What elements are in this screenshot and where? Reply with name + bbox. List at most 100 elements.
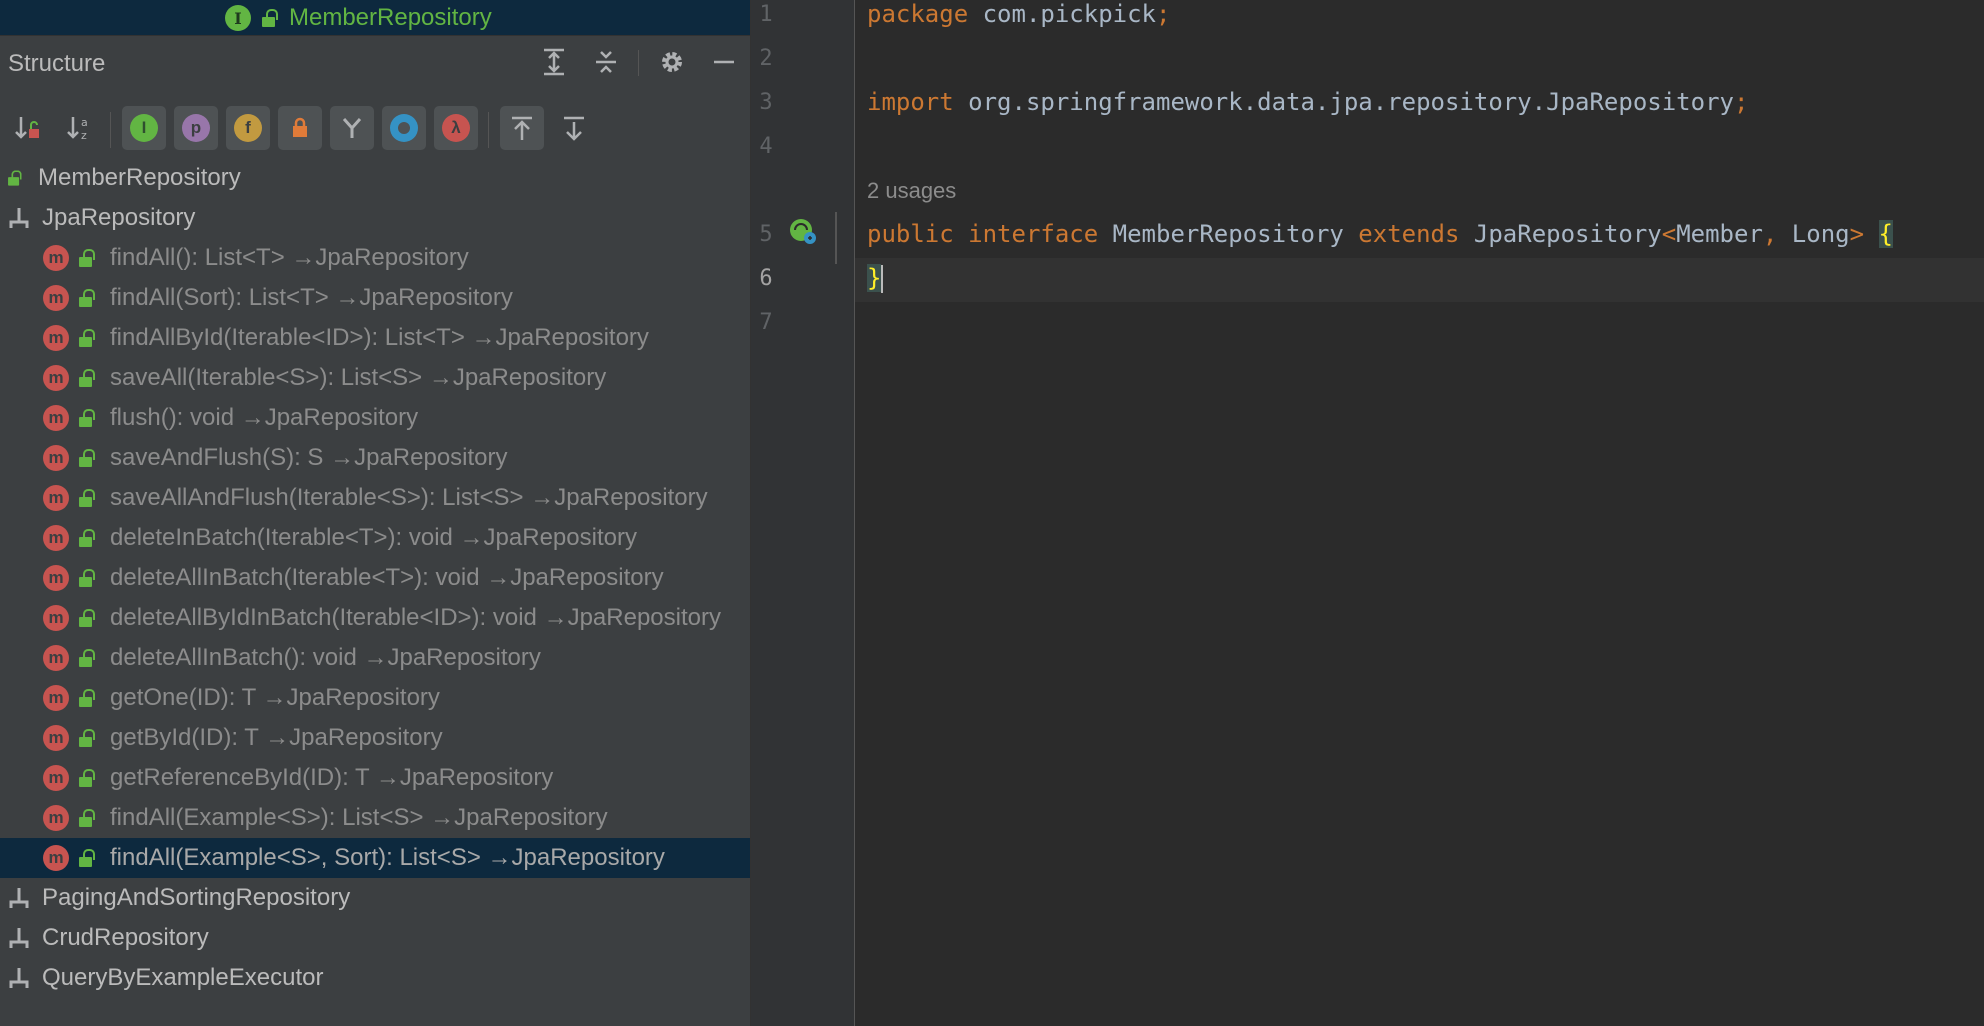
method-icon: m <box>43 565 69 591</box>
show-non-public-button[interactable] <box>278 106 322 150</box>
tree-member-row[interactable]: m getById(ID): T →JpaRepository <box>0 718 750 758</box>
navigation-bar: I MemberRepository <box>0 0 750 36</box>
tree-member-row[interactable]: m saveAllAndFlush(Iterable<S>): List<S> →… <box>0 478 750 518</box>
gear-icon[interactable] <box>656 46 688 78</box>
tree-node-crud-repository[interactable]: CrudRepository <box>0 918 750 958</box>
tree-member-row[interactable]: m saveAndFlush(S): S →JpaRepository <box>0 438 750 478</box>
member-label: saveAllAndFlush(Iterable<S>): List<S> →J… <box>110 484 708 511</box>
tree-node-query-by-example-executor[interactable]: QueryByExampleExecutor <box>0 958 750 998</box>
tree-member-row[interactable]: m deleteAllInBatch(): void →JpaRepository <box>0 638 750 678</box>
tree-member-row[interactable]: m findAllById(Iterable<ID>): List<T> →Jpa… <box>0 318 750 358</box>
show-properties-button[interactable]: p <box>174 106 218 150</box>
sort-alphabetically-button[interactable]: az <box>58 106 102 150</box>
autoscroll-from-source-button[interactable] <box>552 106 596 150</box>
tree-member-row[interactable]: m deleteAllByIdInBatch(Iterable<ID>): voi… <box>0 598 750 638</box>
public-visibility-icon <box>78 809 95 827</box>
method-icon: m <box>43 325 69 351</box>
anonymous-classes-icon <box>390 114 418 142</box>
sort-by-visibility-button[interactable] <box>6 106 50 150</box>
code-editor[interactable]: 1 2 3 4 5 6 7 package com.pickpick; impo… <box>750 0 1984 1026</box>
expand-all-icon[interactable] <box>538 46 570 78</box>
public-visibility-icon <box>78 409 95 427</box>
member-label: findAll(Example<S>, Sort): List<S> →JpaR… <box>110 844 665 871</box>
public-visibility-icon <box>78 369 95 387</box>
usages-inlay-hint[interactable]: 2 usages <box>867 178 956 204</box>
show-anonymous-classes-button[interactable] <box>382 106 426 150</box>
public-visibility-icon <box>78 729 95 747</box>
line-number: 3 <box>759 90 773 115</box>
public-visibility-icon <box>78 769 95 787</box>
code-line-6: } <box>867 264 884 293</box>
editor-gutter[interactable]: 1 2 3 4 5 6 7 <box>751 0 855 1026</box>
show-lambdas-button[interactable]: λ <box>434 106 478 150</box>
tree-member-row[interactable]: m deleteInBatch(Iterable<T>): void →JpaRe… <box>0 518 750 558</box>
public-visibility-icon <box>78 489 95 507</box>
tree-member-row[interactable]: m deleteAllInBatch(Iterable<T>): void →Jp… <box>0 558 750 598</box>
show-fields-button[interactable]: f <box>226 106 270 150</box>
tree-node-paging-and-sorting-repository[interactable]: PagingAndSortingRepository <box>0 878 750 918</box>
public-visibility-icon <box>7 170 22 186</box>
tree-member-row[interactable]: m findAll(Example<S>): List<S> →JpaReposi… <box>0 798 750 838</box>
panel-title: Structure <box>8 50 106 77</box>
semicolon: ; <box>1733 88 1749 116</box>
public-visibility-icon <box>78 329 95 347</box>
show-hierarchy-button[interactable] <box>330 106 374 150</box>
method-icon: m <box>43 805 69 831</box>
member-label: saveAndFlush(S): S →JpaRepository <box>110 444 508 471</box>
show-inherited-button[interactable]: I <box>122 106 166 150</box>
interface-name: MemberRepository <box>1112 220 1344 248</box>
tree-node-label: MemberRepository <box>38 164 241 191</box>
keyword: public <box>867 220 954 248</box>
method-icon: m <box>43 765 69 791</box>
header-divider <box>638 50 639 76</box>
tree-member-row[interactable]: m flush(): void →JpaRepository <box>0 398 750 438</box>
tree-member-row[interactable]: m findAll(): List<T> →JpaRepository <box>0 238 750 278</box>
semicolon: ; <box>1156 0 1171 28</box>
nav-item-member-repository[interactable]: I MemberRepository <box>225 4 492 32</box>
tree-member-row[interactable]: m getOne(ID): T →JpaRepository <box>0 678 750 718</box>
line-number-current: 6 <box>759 266 773 291</box>
public-visibility-icon <box>78 849 95 867</box>
code-line-3: import org.springframework.data.jpa.repo… <box>867 88 1748 116</box>
import-path: org.springframework.data.jpa.repository.… <box>953 88 1734 116</box>
close-brace: } <box>867 264 882 292</box>
tree-member-row[interactable]: m findAll(Sort): List<T> →JpaRepository <box>0 278 750 318</box>
comma: , <box>1762 220 1778 248</box>
properties-icon: p <box>182 114 210 142</box>
panel-header: Structure <box>0 36 750 88</box>
structure-panel: I MemberRepository Structure az I p f λ … <box>0 0 750 1026</box>
implemented-interface-gutter-icon[interactable] <box>789 217 819 247</box>
keyword: interface <box>968 220 1099 248</box>
tree-member-row-selected[interactable]: m findAll(Example<S>, Sort): List<S> →Jpa… <box>0 838 750 878</box>
member-label: findAll(Example<S>): List<S> →JpaReposit… <box>110 804 608 831</box>
tree-node-jpa-repository[interactable]: JpaRepository <box>0 198 750 238</box>
autoscroll-to-source-button[interactable] <box>500 106 544 150</box>
line-number: 4 <box>759 134 773 159</box>
member-label: getById(ID): T →JpaRepository <box>110 724 443 751</box>
method-icon: m <box>43 485 69 511</box>
tree-member-row[interactable]: m saveAll(Iterable<S>): List<S> →JpaRepos… <box>0 358 750 398</box>
non-public-icon <box>293 117 307 137</box>
angle-bracket: < <box>1661 220 1677 248</box>
public-visibility-icon <box>78 649 95 667</box>
member-label: findAllById(Iterable<ID>): List<T> →JpaR… <box>110 324 649 351</box>
tree-node-label: JpaRepository <box>42 204 196 231</box>
autoscroll-from-source-icon <box>564 116 584 141</box>
nav-label: MemberRepository <box>289 4 492 31</box>
method-icon: m <box>43 645 69 671</box>
line-number: 2 <box>759 46 773 71</box>
fields-icon: f <box>234 114 262 142</box>
tree-node-root[interactable]: MemberRepository <box>0 158 750 198</box>
minimize-icon[interactable] <box>708 46 740 78</box>
method-icon: m <box>43 365 69 391</box>
method-icon: m <box>43 285 69 311</box>
type-arg: Long <box>1777 220 1850 248</box>
svg-text:a: a <box>81 116 88 129</box>
open-brace: { <box>1878 220 1893 248</box>
lambdas-icon: λ <box>442 114 470 142</box>
method-icon: m <box>43 605 69 631</box>
tree-member-row[interactable]: m getReferenceById(ID): T →JpaRepository <box>0 758 750 798</box>
collapse-all-icon[interactable] <box>590 46 622 78</box>
line-number: 5 <box>759 222 773 247</box>
member-label: getReferenceById(ID): T →JpaRepository <box>110 764 554 791</box>
